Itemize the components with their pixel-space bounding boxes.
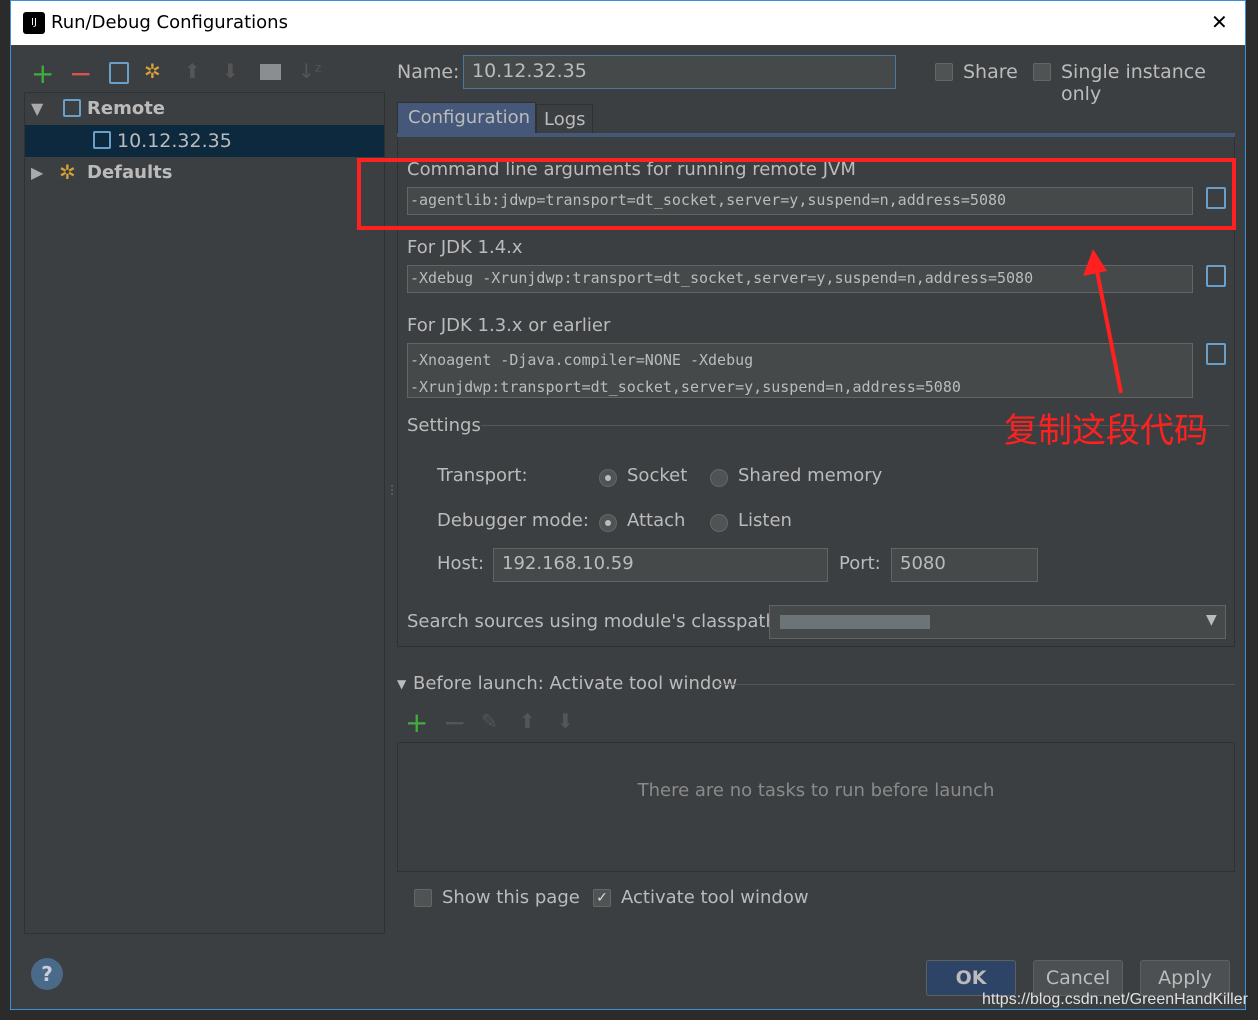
tree-label: Defaults (87, 162, 173, 183)
before-launch-label: Before launch: Activate tool window (413, 673, 738, 694)
tab-configuration[interactable]: Configuration (397, 102, 536, 134)
wrench-icon[interactable]: ✲ (144, 59, 161, 83)
close-icon[interactable]: ✕ (1211, 10, 1228, 34)
title-bar: IJ Run/Debug Configurations ✕ (11, 1, 1245, 45)
remote-icon (93, 131, 111, 149)
blurred-module-name (780, 615, 930, 629)
remote-icon (63, 99, 81, 117)
copy-to-clipboard-icon[interactable] (1206, 265, 1226, 287)
debugger-mode-label: Debugger mode: (437, 510, 589, 531)
activate-tool-label: Activate tool window (621, 887, 809, 908)
move-up-icon[interactable]: ⬆ (519, 709, 536, 733)
tree-item-config[interactable]: 10.12.32.35 (25, 125, 384, 157)
empty-tasks-text: There are no tasks to run before launch (637, 780, 995, 801)
host-label: Host: (437, 553, 485, 574)
remove-icon[interactable]: − (69, 57, 92, 90)
attach-radio[interactable] (599, 514, 617, 532)
jdk14-label: For JDK 1.4.x (407, 237, 523, 258)
dropdown-arrow-icon[interactable]: ▼ (1206, 612, 1217, 628)
before-launch-divider (717, 684, 1235, 685)
shared-memory-label: Shared memory (738, 465, 883, 486)
name-input[interactable]: 10.12.32.35 (463, 55, 896, 89)
expand-icon[interactable]: ▼ (31, 99, 43, 118)
listen-radio[interactable] (710, 514, 728, 532)
remove-task-icon[interactable]: − (443, 706, 466, 739)
single-instance-checkbox[interactable] (1033, 63, 1051, 81)
shared-memory-radio[interactable] (710, 469, 728, 487)
tree-item-remote[interactable]: ▼ Remote (25, 93, 384, 125)
sort-icon[interactable]: ↓ᶻ (298, 59, 322, 83)
transport-label: Transport: (437, 465, 528, 486)
tree-label: Remote (87, 98, 166, 119)
edit-task-icon[interactable]: ✎ (481, 709, 498, 733)
name-label: Name: (397, 61, 460, 83)
intellij-logo-icon: IJ (23, 12, 45, 34)
config-tree: ▼ Remote 10.12.32.35 ▶ ✲ Defaults (24, 92, 385, 934)
attach-label: Attach (627, 510, 686, 531)
classpath-label: Search sources using module's classpath: (407, 611, 783, 632)
host-input[interactable]: 192.168.10.59 (493, 548, 828, 582)
listen-label: Listen (738, 510, 792, 531)
window-title: Run/Debug Configurations (51, 12, 288, 33)
port-label: Port: (839, 553, 881, 574)
port-input[interactable]: 5080 (891, 548, 1038, 582)
share-checkbox[interactable] (935, 63, 953, 81)
socket-label: Socket (627, 465, 688, 486)
settings-label: Settings (407, 415, 481, 436)
add-task-icon[interactable]: + (405, 706, 428, 739)
before-launch-collapse-icon[interactable]: ▼ (397, 677, 406, 691)
tasks-list: There are no tasks to run before launch (397, 742, 1235, 872)
copy-icon[interactable] (109, 62, 129, 84)
run-debug-dialog: IJ Run/Debug Configurations ✕ + − ✲ ⬆ ⬇ … (10, 0, 1246, 1010)
collapse-icon[interactable]: ▶ (31, 163, 43, 182)
show-page-label: Show this page (442, 887, 580, 908)
jdk13-label: For JDK 1.3.x or earlier (407, 315, 611, 336)
module-select[interactable]: ▼ (769, 605, 1226, 639)
tab-logs[interactable]: Logs (536, 104, 593, 134)
annotation-text: 复制这段代码 (1004, 411, 1208, 451)
activate-tool-checkbox[interactable]: ✓ (593, 889, 611, 907)
show-page-checkbox[interactable] (414, 889, 432, 907)
move-down-icon[interactable]: ⬇ (557, 709, 574, 733)
folder-icon[interactable] (260, 64, 281, 80)
watermark: https://blog.csdn.net/GreenHandKiller (982, 991, 1248, 1008)
annotation-highlight-box (357, 158, 1236, 230)
arrow-up-icon[interactable]: ⬆ (184, 59, 201, 83)
help-button[interactable]: ? (31, 958, 63, 990)
share-label: Share (963, 61, 1018, 83)
add-icon[interactable]: + (31, 57, 54, 90)
socket-radio[interactable] (599, 469, 617, 487)
copy-to-clipboard-icon[interactable] (1206, 343, 1226, 365)
annotation-arrow-icon (1083, 249, 1123, 394)
arrow-down-icon[interactable]: ⬇ (222, 59, 239, 83)
wrench-icon: ✲ (59, 160, 76, 184)
tree-item-defaults[interactable]: ▶ ✲ Defaults (25, 157, 384, 189)
single-instance-label: Single instance only (1061, 61, 1206, 105)
tree-label: 10.12.32.35 (117, 130, 232, 152)
